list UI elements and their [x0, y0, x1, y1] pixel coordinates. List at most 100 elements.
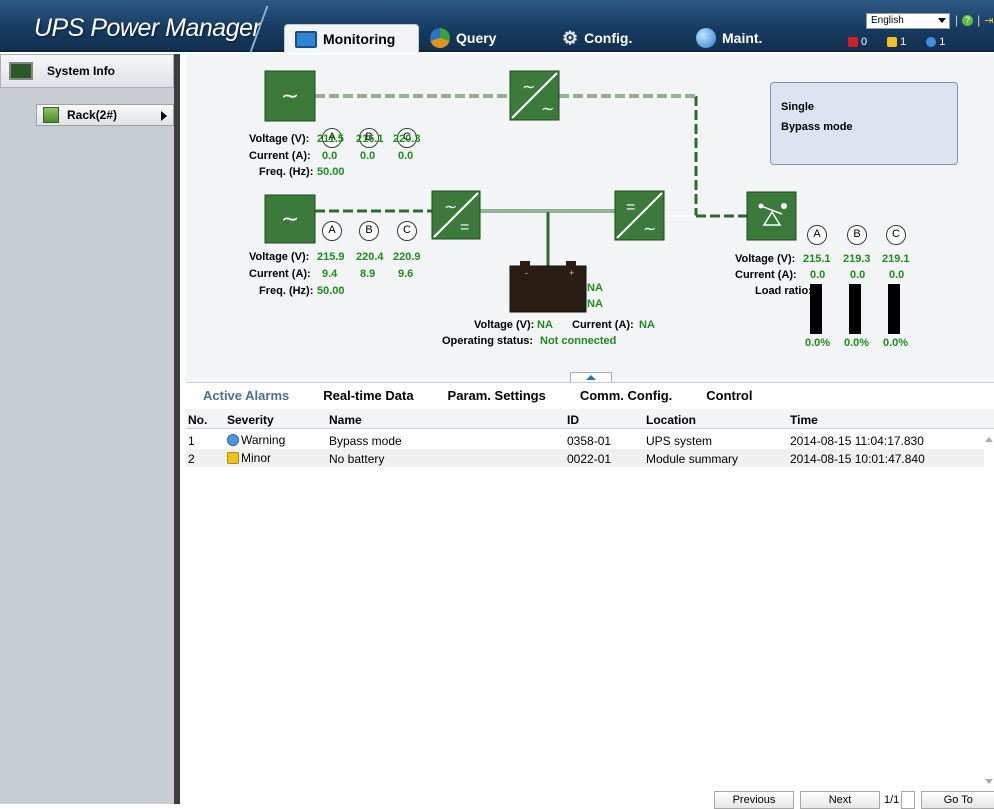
- help-icon[interactable]: ?: [962, 14, 974, 26]
- cell-time: 2014-08-15 10:01:47.840: [790, 452, 925, 466]
- tab-realtime-data[interactable]: Real-time Data: [306, 383, 430, 407]
- language-select[interactable]: English: [866, 13, 950, 29]
- power-flow-diagram: ∼ ∼ ∼ ∼ ∼ = = ∼ - + A B C Voltage (V): 2…: [186, 54, 994, 382]
- tab-comm-config[interactable]: Comm. Config.: [563, 383, 689, 407]
- cell-no: 1: [188, 434, 195, 448]
- bypass-input-box: ∼: [264, 70, 316, 122]
- sidebar: System Info Rack(2#): [0, 54, 180, 804]
- critical-count[interactable]: 0: [848, 36, 867, 48]
- critical-alarm-icon: [848, 37, 858, 47]
- bypass-current-a: 0.0: [322, 150, 338, 162]
- bypass-voltage-b: 216.1: [356, 133, 384, 145]
- output-switch-box: [746, 191, 797, 241]
- output-voltage-label: Voltage (V):: [735, 253, 796, 265]
- alarm-table-header: No. Severity Name ID Location Time: [186, 409, 994, 429]
- table-scrollbar[interactable]: [984, 429, 994, 805]
- page-input[interactable]: [901, 791, 916, 809]
- svg-text:+: +: [569, 268, 574, 278]
- info-circle-icon: [227, 434, 239, 446]
- battery-current: NA: [639, 319, 655, 331]
- next-button[interactable]: Next: [800, 791, 880, 809]
- battery-box: - +: [509, 261, 587, 313]
- minor-alarm-icon: [887, 37, 898, 47]
- svg-text:=: =: [626, 199, 635, 216]
- collapse-panel-button[interactable]: [570, 372, 612, 382]
- svg-text:∼: ∼: [522, 79, 535, 96]
- minor-count[interactable]: 1: [887, 36, 906, 48]
- output-voltage-a: 215.1: [803, 253, 831, 265]
- bypass-switch-box: ∼ ∼: [509, 70, 560, 121]
- warning-count[interactable]: 1: [926, 36, 945, 48]
- scroll-up-icon: [985, 437, 993, 442]
- scroll-down-icon: [985, 779, 993, 784]
- output-current-b: 0.0: [850, 269, 866, 281]
- mains-current-c: 9.6: [398, 268, 414, 280]
- phase-a: A: [807, 225, 827, 245]
- col-time[interactable]: Time: [790, 413, 818, 427]
- rack-icon: [43, 107, 59, 123]
- battery-status-1: NA: [587, 282, 603, 294]
- battery-status-2: NA: [587, 298, 603, 310]
- tab-active-alarms[interactable]: Active Alarms: [186, 383, 306, 407]
- cell-no: 2: [188, 452, 195, 466]
- table-row[interactable]: 1 Warning Bypass mode 0358-01 UPS system…: [186, 431, 984, 449]
- battery-voltage-label: Voltage (V):: [474, 319, 535, 331]
- cell-time: 2014-08-15 11:04:17.830: [790, 434, 924, 448]
- phase-c: C: [397, 221, 417, 241]
- col-id[interactable]: ID: [567, 413, 579, 427]
- tab-param-settings[interactable]: Param. Settings: [431, 383, 563, 407]
- operating-mode-panel: Single Bypass mode: [770, 82, 958, 165]
- tab-label: Monitoring: [323, 31, 396, 47]
- output-load-label: Load ratio:: [755, 285, 812, 297]
- svg-text:∼: ∼: [541, 101, 554, 118]
- warning-triangle-icon: [227, 452, 239, 464]
- table-row[interactable]: 2 Minor No battery 0022-01 Module summar…: [186, 449, 984, 467]
- output-load-b: 0.0%: [844, 337, 870, 349]
- previous-button[interactable]: Previous: [714, 791, 794, 809]
- minor-count-value: 1: [900, 36, 907, 48]
- tab-query[interactable]: Query: [420, 24, 506, 52]
- output-load-c: 0.0%: [883, 337, 909, 349]
- output-current-a: 0.0: [810, 269, 826, 281]
- bypass-freq: 50.00: [317, 166, 345, 178]
- col-no[interactable]: No.: [188, 413, 207, 427]
- rack-item[interactable]: Rack(2#): [36, 104, 174, 126]
- output-load-a: 0.0%: [805, 337, 831, 349]
- goto-button[interactable]: Go To: [921, 791, 994, 809]
- tab-control[interactable]: Control: [689, 383, 769, 407]
- alarm-counts: 0 1 1: [848, 36, 945, 48]
- logout-icon[interactable]: ⇥: [984, 14, 993, 27]
- inverter-box: = ∼: [614, 190, 665, 241]
- battery-voltage: NA: [537, 319, 553, 331]
- mains-current-a: 9.4: [322, 268, 338, 280]
- phase-b: B: [847, 225, 867, 245]
- col-name[interactable]: Name: [329, 413, 362, 427]
- tab-maint[interactable]: Maint.: [686, 24, 772, 52]
- phase-a: A: [322, 221, 342, 241]
- mode-line-1: Single: [781, 101, 815, 113]
- gear-icon: ⚙: [562, 28, 579, 48]
- col-severity[interactable]: Severity: [227, 413, 274, 427]
- warning-count-value: 1: [939, 36, 946, 48]
- critical-count-value: 0: [861, 36, 868, 48]
- bypass-voltage-c: 220.3: [393, 133, 421, 145]
- chevron-down-icon: [938, 18, 946, 23]
- battery-current-label: Current (A):: [572, 319, 634, 331]
- bypass-freq-label: Freq. (Hz):: [259, 166, 314, 178]
- tab-label: Query: [456, 30, 497, 46]
- system-info-item[interactable]: System Info: [0, 54, 174, 88]
- tab-config[interactable]: ⚙ Config.: [552, 24, 642, 52]
- col-location[interactable]: Location: [646, 413, 696, 427]
- mains-freq-label: Freq. (Hz):: [259, 285, 314, 297]
- svg-text:∼: ∼: [281, 206, 299, 231]
- cell-id: 0358-01: [567, 434, 612, 448]
- mains-freq: 50.00: [317, 285, 345, 297]
- mode-line-2: Bypass mode: [781, 121, 853, 133]
- severity-label: Minor: [241, 451, 272, 465]
- tab-monitoring[interactable]: Monitoring: [284, 24, 419, 53]
- mains-current-b: 8.9: [360, 268, 376, 280]
- phase-c: C: [886, 225, 906, 245]
- pagination: Previous Next 1/1 Go To: [714, 791, 994, 809]
- cell-location: Module summary: [646, 452, 739, 466]
- lower-tabs: Active Alarms Real-time Data Param. Sett…: [186, 383, 994, 407]
